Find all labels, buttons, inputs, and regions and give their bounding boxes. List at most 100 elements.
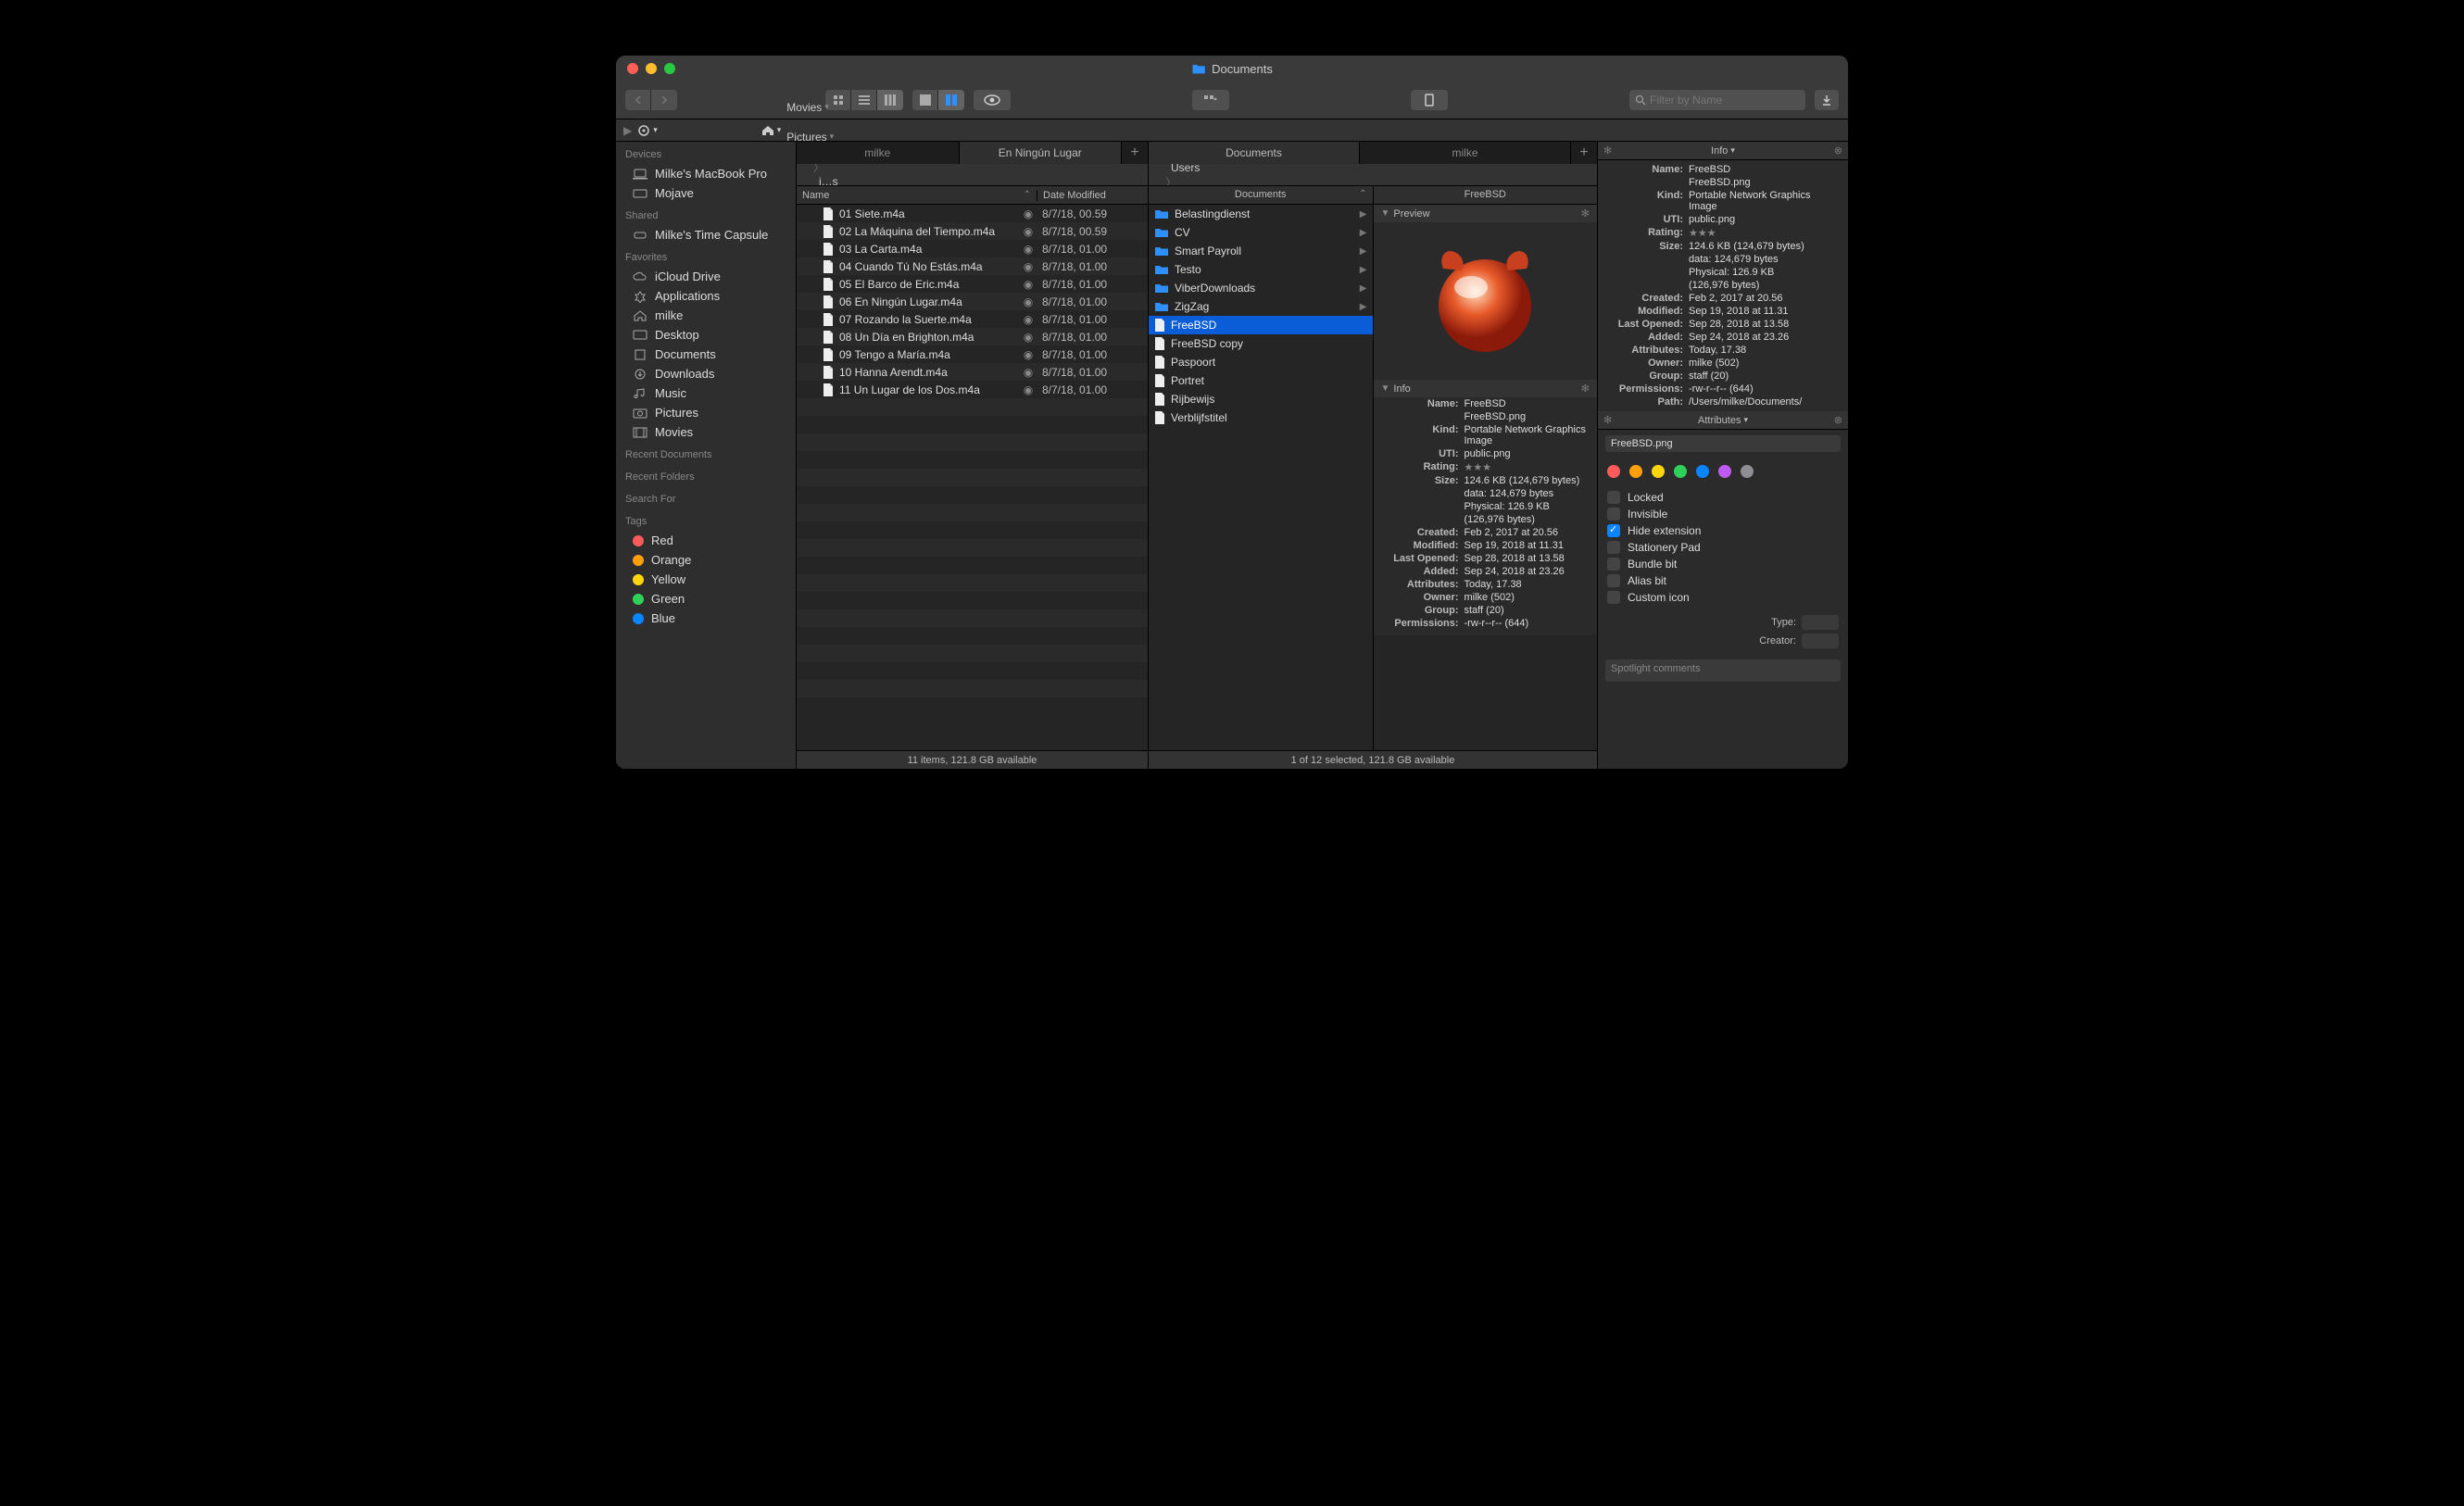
sidebar-item-home[interactable]: milke [616,306,796,325]
search-icon [1635,94,1646,106]
search-field[interactable] [1629,90,1805,110]
tag-color[interactable] [1652,465,1665,478]
sidebar-item-music[interactable]: Music [616,383,796,403]
tab-en-ningun-lugar[interactable]: En Ningún Lugar [960,142,1123,164]
list-item[interactable]: CV▶ [1149,223,1373,242]
column-name[interactable]: Name⌃ [797,190,1037,201]
breadcrumb-segment[interactable]: Users [1165,164,1237,174]
sidebar-item-pictures[interactable]: Pictures [616,403,796,422]
list-item[interactable]: Portret [1149,371,1373,390]
check-hide-extension[interactable]: Hide extension [1607,522,1839,539]
column-view-button[interactable] [877,90,903,110]
file-row[interactable]: 06 En Ningún Lugar.m4a◉8/7/18, 01.00 [797,293,1148,310]
filename-field[interactable]: FreeBSD.png [1605,435,1841,452]
sidebar-item-timecapsule[interactable]: Milke's Time Capsule [616,225,796,245]
sidebar-item-downloads[interactable]: Downloads [616,364,796,383]
sidebar-item-desktop[interactable]: Desktop [616,325,796,345]
tab-documents[interactable]: Documents [1149,142,1360,164]
dual-pane-button[interactable] [938,90,964,110]
file-row[interactable]: 07 Rozando la Suerte.m4a◉8/7/18, 01.00 [797,310,1148,328]
minimize-button[interactable] [646,63,657,74]
sidebar-section-recent-docs[interactable]: Recent Documents [616,442,796,464]
close-icon[interactable]: ⊗ [1834,144,1842,157]
tag-color[interactable] [1629,465,1642,478]
list-item[interactable]: FreeBSD copy [1149,334,1373,353]
sidebar-item-applications[interactable]: Applications [616,286,796,306]
list-item[interactable]: Verblijfstitel [1149,408,1373,427]
list-item[interactable]: ViberDownloads▶ [1149,279,1373,297]
sidebar-tag[interactable]: Green [616,589,796,609]
gear-icon[interactable]: ✻ [1581,383,1590,395]
close-icon[interactable]: ⊗ [1834,414,1842,426]
check-invisible[interactable]: Invisible [1607,506,1839,522]
file-row[interactable]: 11 Un Lugar de los Dos.m4a◉8/7/18, 01.00 [797,381,1148,398]
column-date[interactable]: Date Modified [1037,190,1148,201]
list-item[interactable]: Rijbewijs [1149,390,1373,408]
file-row[interactable]: 04 Cuando Tú No Estás.m4a◉8/7/18, 01.00 [797,257,1148,275]
col-header-freebsd[interactable]: FreeBSD [1374,186,1598,204]
breadcrumb-segment[interactable]: i…s [813,175,862,186]
path-home[interactable]: ▾ [761,125,782,136]
tab-milke[interactable]: milke [797,142,960,164]
sidebar-tag[interactable]: Yellow [616,570,796,589]
gear-icon[interactable]: ✻ [1581,207,1590,220]
tag-color[interactable] [1674,465,1687,478]
creator-field[interactable] [1802,634,1839,648]
file-icon [823,366,834,379]
list-view-button[interactable] [851,90,877,110]
burn-icon[interactable]: ▾ [637,124,658,137]
sidebar-tag[interactable]: Orange [616,550,796,570]
list-item[interactable]: Testo▶ [1149,260,1373,279]
forward-button[interactable] [651,90,677,110]
check-bundle[interactable]: Bundle bit [1607,556,1839,572]
tab-milke-mid[interactable]: milke [1360,142,1571,164]
list-item[interactable]: ZigZag▶ [1149,297,1373,316]
maximize-button[interactable] [664,63,675,74]
file-row[interactable]: 09 Tengo a María.m4a◉8/7/18, 01.00 [797,345,1148,363]
sidebar-section-search-for[interactable]: Search For [616,486,796,508]
file-row[interactable]: 01 Siete.m4a◉8/7/18, 00.59 [797,205,1148,222]
tag-color[interactable] [1718,465,1731,478]
spotlight-comments[interactable]: Spotlight comments [1605,659,1841,682]
single-pane-button[interactable] [912,90,938,110]
file-row[interactable]: 05 El Barco de Eric.m4a◉8/7/18, 01.00 [797,275,1148,293]
search-input[interactable] [1650,94,1800,107]
arrange-dropdown[interactable] [1192,90,1229,110]
action-button[interactable] [1411,90,1448,110]
sidebar-item-macbook[interactable]: Milke's MacBook Pro [616,164,796,183]
close-button[interactable] [627,63,638,74]
path-item[interactable]: Movies ▾ [786,101,853,114]
sidebar-tag[interactable]: Red [616,531,796,550]
sidebar-item-movies[interactable]: Movies [616,422,796,442]
list-item[interactable]: Belastingdienst▶ [1149,205,1373,223]
col-header-documents[interactable]: Documents⌃ [1149,186,1374,204]
check-alias[interactable]: Alias bit [1607,572,1839,589]
tag-color[interactable] [1607,465,1620,478]
gear-icon[interactable]: ✻ [1603,144,1612,157]
file-row[interactable]: 08 Un Día en Brighton.m4a◉8/7/18, 01.00 [797,328,1148,345]
check-stationery[interactable]: Stationery Pad [1607,539,1839,556]
check-locked[interactable]: Locked [1607,489,1839,506]
list-item[interactable]: Paspoort [1149,353,1373,371]
tab-add-mid[interactable]: + [1571,142,1597,164]
type-field[interactable] [1802,615,1839,630]
tag-color[interactable] [1696,465,1709,478]
sidebar-section-recent-folders[interactable]: Recent Folders [616,464,796,486]
tab-add-left[interactable]: + [1122,142,1148,164]
sidebar-item-icloud[interactable]: iCloud Drive [616,267,796,286]
gear-icon[interactable]: ✻ [1603,414,1612,426]
file-row[interactable]: 10 Hanna Arendt.m4a◉8/7/18, 01.00 [797,363,1148,381]
preview-button[interactable] [974,90,1011,110]
file-row[interactable]: 03 La Carta.m4a◉8/7/18, 01.00 [797,240,1148,257]
list-item[interactable]: FreeBSD [1149,316,1373,334]
back-button[interactable] [625,90,651,110]
list-item[interactable]: Smart Payroll▶ [1149,242,1373,260]
download-button[interactable] [1815,90,1839,110]
tag-color[interactable] [1741,465,1754,478]
file-row[interactable]: 02 La Máquina del Tiempo.m4a◉8/7/18, 00.… [797,222,1148,240]
sidebar-item-mojave[interactable]: Mojave [616,183,796,203]
path-back-icon[interactable]: ▶ [623,124,632,137]
check-custom-icon[interactable]: Custom icon [1607,589,1839,606]
sidebar-tag[interactable]: Blue [616,609,796,628]
sidebar-item-documents[interactable]: Documents [616,345,796,364]
